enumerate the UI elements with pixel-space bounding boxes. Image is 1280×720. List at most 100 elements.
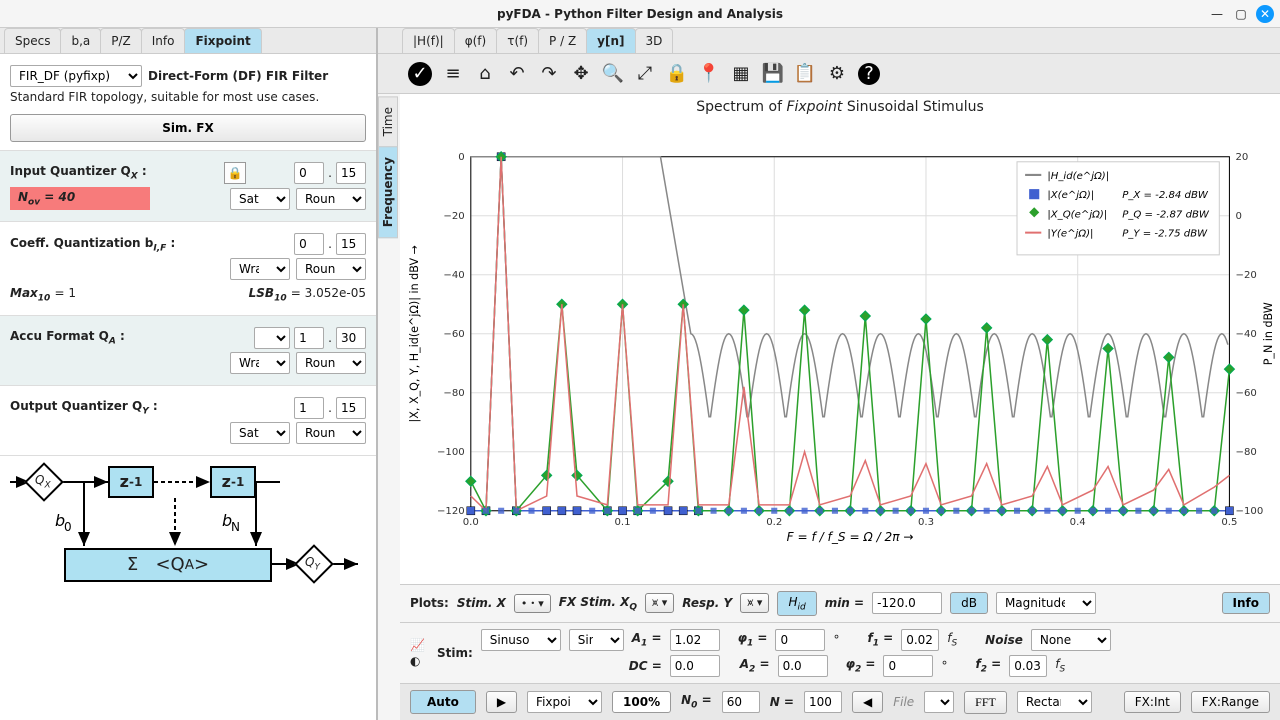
phi1-input[interactable] [775, 629, 825, 651]
qy-int-input[interactable] [294, 397, 324, 419]
window-select[interactable]: Rectangular [1017, 691, 1092, 713]
grid-icon[interactable]: ▦ [730, 63, 752, 85]
fft-button[interactable]: FFT [964, 691, 1007, 714]
minimize-icon[interactable]: — [1208, 5, 1226, 23]
lines-icon[interactable]: ≡ [442, 63, 464, 85]
phi2-input[interactable] [883, 655, 933, 677]
f1-input[interactable] [901, 629, 939, 651]
sim-fx-button[interactable]: Sim. FX [10, 114, 366, 142]
fxint-button[interactable]: FX:Int [1124, 691, 1181, 713]
chart: 0.00.10.20.30.40.50−20−40−60−80−100−1202… [400, 94, 1280, 584]
tab-hf[interactable]: |H(f)| [402, 28, 455, 53]
vertical-tabs: Time Frequency [378, 96, 400, 238]
filter-impl-select[interactable]: FIR_DF (pyfixp) [10, 65, 142, 87]
f2-input[interactable] [1009, 655, 1047, 677]
pct-button[interactable]: 100% [612, 691, 671, 713]
forward-icon[interactable]: ↷ [538, 63, 560, 85]
fxrange-button[interactable]: FX:Range [1191, 691, 1270, 713]
stim-type-select[interactable]: Sinusoid [481, 629, 561, 651]
help-icon[interactable]: ? [858, 63, 880, 85]
noise-select[interactable]: None [1031, 629, 1111, 651]
qx-frac-input[interactable] [336, 162, 366, 184]
auto-button[interactable]: Auto [410, 690, 476, 714]
coeff-ovfl-select[interactable]: Wrap [230, 258, 290, 280]
stimx-select[interactable]: •• ▾ [514, 594, 551, 613]
stim-wave-select[interactable]: Sine [569, 629, 624, 651]
respy-label: Resp. Y [682, 596, 732, 610]
n-input[interactable] [804, 691, 842, 713]
accu-quant-select[interactable]: Round [296, 352, 366, 374]
accu-mode-select[interactable]: A [254, 327, 290, 349]
pan-icon[interactable]: ✥ [570, 63, 592, 85]
file-select[interactable] [924, 691, 954, 713]
tab-3d[interactable]: 3D [635, 28, 674, 53]
filter-impl-desc: Standard FIR topology, suitable for most… [10, 90, 366, 104]
svg-text:N: N [231, 520, 240, 534]
a1-input[interactable] [670, 629, 720, 651]
prev-button[interactable]: ◀ [852, 691, 883, 713]
min-input[interactable] [872, 592, 942, 614]
tab-pz[interactable]: P/Z [100, 28, 142, 53]
save-icon[interactable]: 💾 [762, 63, 784, 85]
svg-text:−60: −60 [1235, 388, 1256, 399]
tab-tau[interactable]: τ(f) [496, 28, 539, 53]
svg-text:−40: −40 [443, 270, 464, 281]
check-circle-icon[interactable]: ✓ [408, 62, 432, 86]
a2-input[interactable] [778, 655, 828, 677]
accu-ovfl-select[interactable]: Wrap [230, 352, 290, 374]
qy-frac-input[interactable] [336, 397, 366, 419]
line-icon[interactable]: 📈 [410, 638, 425, 652]
coeff-int-input[interactable] [294, 233, 324, 255]
tab-phi[interactable]: φ(f) [454, 28, 498, 53]
svg-text:P_N in dBW: P_N in dBW [1262, 302, 1275, 365]
qx-quant-select[interactable]: Round [296, 188, 366, 210]
svg-text:−60: −60 [443, 329, 464, 340]
svg-text:P_Y = -2.75 dBW: P_Y = -2.75 dBW [1122, 229, 1208, 240]
back-icon[interactable]: ↶ [506, 63, 528, 85]
close-icon[interactable]: ✕ [1256, 5, 1274, 23]
marker-icon[interactable]: 📍 [698, 63, 720, 85]
vtab-time[interactable]: Time [378, 96, 398, 147]
tab-specs[interactable]: Specs [4, 28, 61, 53]
bottom-fx-select[interactable]: Fixpoint [527, 691, 602, 713]
titlebar: pyFDA - Python Filter Design and Analysi… [0, 0, 1280, 28]
info-button[interactable]: Info [1222, 592, 1270, 614]
tab-fixpoint[interactable]: Fixpoint [184, 28, 261, 53]
svg-text:0.0: 0.0 [463, 517, 479, 528]
magnitude-select[interactable]: Magnitude [996, 592, 1096, 614]
svg-text:−80: −80 [1235, 447, 1256, 458]
hid-button[interactable]: Hid [777, 591, 816, 616]
fxstim-select[interactable]: ⩙ ▾ [645, 593, 674, 613]
svg-text:|X, X_Q, Y, H_id(e^jΩ)| in dBV: |X, X_Q, Y, H_id(e^jΩ)| in dBV → [408, 245, 421, 422]
svg-text:|H_id(e^jΩ)|: |H_id(e^jΩ)| [1047, 171, 1109, 182]
lock-toolbar-icon[interactable]: 🔒 [666, 63, 688, 85]
tab-yn[interactable]: y[n] [586, 28, 635, 53]
qy-quant-select[interactable]: Round [296, 422, 366, 444]
maximize-icon[interactable]: ▢ [1232, 5, 1250, 23]
paste-icon[interactable]: 📋 [794, 63, 816, 85]
vtab-frequency[interactable]: Frequency [378, 146, 398, 238]
expand-icon[interactable]: ⤢ [634, 63, 656, 85]
respy-select[interactable]: ⩙ ▾ [740, 593, 769, 613]
dc-input[interactable] [670, 655, 720, 677]
coeff-quant-select[interactable]: Round [296, 258, 366, 280]
coeff-frac-input[interactable] [336, 233, 366, 255]
qx-int-input[interactable] [294, 162, 324, 184]
db-button[interactable]: dB [950, 592, 988, 614]
zoom-icon[interactable]: 🔍 [602, 63, 624, 85]
settings-icon[interactable]: ⚙ [826, 63, 848, 85]
tab-pz2[interactable]: P / Z [538, 28, 587, 53]
block-diagram: b0 bN QX z-1 z-1 Σ <QA> QY [0, 456, 376, 606]
plots-row: Plots: Stim. X •• ▾ FX Stim. XQ ⩙ ▾ Resp… [400, 584, 1280, 622]
tab-ba[interactable]: b,a [60, 28, 101, 53]
accu-int-input[interactable] [294, 327, 324, 349]
contrast-icon[interactable]: ◐ [410, 654, 425, 668]
lock-icon[interactable]: 🔒 [224, 162, 246, 184]
play-button[interactable]: ▶ [486, 691, 517, 713]
n0-input[interactable] [722, 691, 760, 713]
qy-ovfl-select[interactable]: Sat [230, 422, 290, 444]
home-icon[interactable]: ⌂ [474, 63, 496, 85]
tab-info[interactable]: Info [141, 28, 186, 53]
qx-ovfl-select[interactable]: Sat [230, 188, 290, 210]
accu-frac-input[interactable] [336, 327, 366, 349]
